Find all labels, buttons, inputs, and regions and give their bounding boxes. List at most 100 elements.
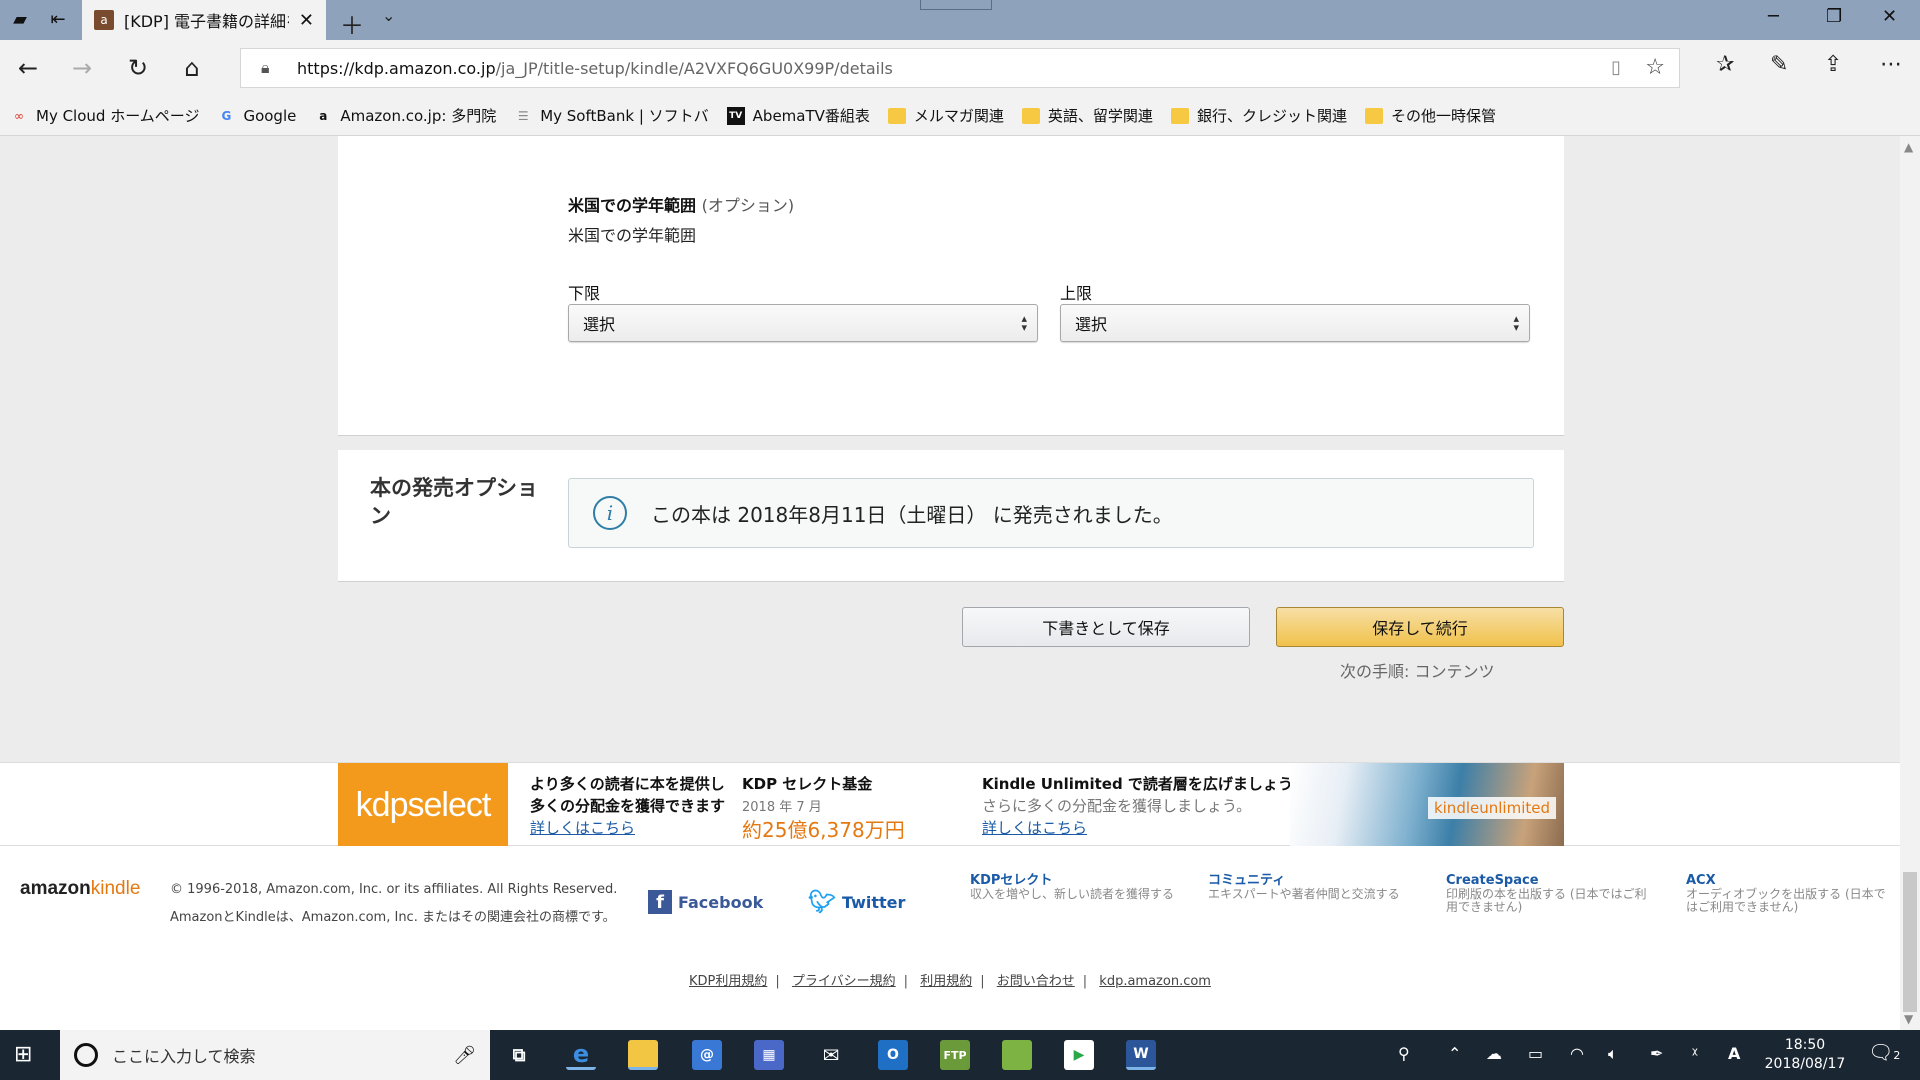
footer-copyright: © 1996-2018, Amazon.com, Inc. or its aff… xyxy=(170,876,617,932)
facebook-link[interactable]: f Facebook xyxy=(648,890,763,914)
copyright-text: © 1996-2018, Amazon.com, Inc. or its aff… xyxy=(170,882,618,897)
scroll-down-icon[interactable]: ▼ xyxy=(1904,1012,1913,1026)
scrollbar-thumb[interactable] xyxy=(1903,872,1917,1012)
word-icon[interactable]: W xyxy=(1126,1040,1156,1070)
cortana-icon xyxy=(74,1043,98,1067)
forward-icon[interactable]: → xyxy=(66,52,98,84)
volume-icon[interactable]: 🔈︎ xyxy=(1608,1044,1618,1064)
kindle-unlimited-image[interactable]: kindleunlimited xyxy=(1290,763,1564,847)
optional-label: (オプション) xyxy=(701,196,795,215)
envelope-icon[interactable]: ✉ xyxy=(816,1040,846,1070)
taskbar-search-box[interactable]: ここに入力して検索 🎤︎ xyxy=(60,1030,490,1080)
footer-col-desc: オーディオブックを出版する (日本ではご利用できません) xyxy=(1686,887,1886,914)
legal-link-terms[interactable]: 利用規約 xyxy=(920,974,972,989)
page-scrollbar[interactable]: ▲ ▼ xyxy=(1900,136,1920,1030)
promo-kindle-unlimited-text: Kindle Unlimited で読者層を広げましょう。 さらに多くの分配金を… xyxy=(982,773,1307,839)
favorite-label: メルマガ関連 xyxy=(913,107,1004,125)
windows-start-icon[interactable]: ⊞ xyxy=(14,1042,32,1067)
refresh-icon[interactable]: ↻ xyxy=(122,52,154,84)
mail-app-icon[interactable]: @ xyxy=(692,1040,722,1070)
favorites-hub-icon[interactable]: ✰ xyxy=(1716,52,1734,77)
save-and-continue-button[interactable]: 保存して続行 xyxy=(1276,607,1564,647)
favorite-google[interactable]: G Google xyxy=(217,106,297,125)
address-bar[interactable]: 🔒︎ https://kdp.amazon.co.jp /ja_JP/title… xyxy=(240,48,1680,88)
task-view-icon[interactable]: ⧉ xyxy=(504,1040,534,1070)
restore-icon[interactable]: ❐ xyxy=(1826,6,1842,27)
minimize-icon[interactable]: ─ xyxy=(1768,6,1779,27)
twitter-link[interactable]: 🐦︎ Twitter xyxy=(808,890,905,915)
window-drag-handle[interactable] xyxy=(920,0,992,10)
favorite-softbank[interactable]: ☰ My SoftBank | ソフトバ xyxy=(514,105,709,126)
microphone-icon[interactable]: 🎤︎ xyxy=(453,1045,476,1066)
logo-kindle-text: kindle xyxy=(90,878,141,899)
browser-titlebar: ▰ ⇤ a [KDP] 電子書籍の詳細を: ✕ ＋ ⌄ ─ ❐ ✕ xyxy=(0,0,1920,40)
cloud-icon: ∞ xyxy=(14,108,24,123)
pen-workspace-icon[interactable]: ✒ xyxy=(1650,1044,1663,1063)
lower-limit-select[interactable]: 選択 ▴ ▾ xyxy=(568,304,1038,342)
select-arrows-icon: ▴ ▾ xyxy=(1021,312,1027,334)
footer-col-createspace[interactable]: CreateSpace 印刷版の本を出版する (日本ではご利用できません) xyxy=(1446,874,1656,914)
url-host: https://kdp.amazon.co.jp xyxy=(297,58,496,78)
new-tab-icon[interactable]: ＋ xyxy=(340,6,364,41)
amazon-kindle-logo[interactable]: amazonkindle xyxy=(20,878,140,900)
people-icon[interactable]: ⚲ xyxy=(1398,1044,1410,1063)
favorite-label: Google xyxy=(243,106,297,125)
facebook-icon: f xyxy=(648,890,672,914)
footer-col-community[interactable]: コミュニティ エキスパートや著者仲間と交流する xyxy=(1208,874,1418,901)
favorite-label: Amazon.co.jp: 多門院 xyxy=(340,107,497,125)
ku-subtitle: さらに多くの分配金を獲得しましょう。 xyxy=(982,797,1252,815)
legal-link-privacy[interactable]: プライバシー規約 xyxy=(792,974,896,989)
save-draft-button[interactable]: 下書きとして保存 xyxy=(962,607,1250,647)
chevron-down-icon[interactable]: ⌄ xyxy=(382,6,395,25)
favorite-folder-mailmag[interactable]: メルマガ関連 xyxy=(887,105,1004,126)
reading-view-icon[interactable]: ▯ xyxy=(1611,57,1621,78)
pen-icon[interactable]: ✎ xyxy=(1770,52,1788,77)
chevron-up-icon[interactable]: ⌃ xyxy=(1448,1044,1461,1063)
footer-col-acx[interactable]: ACX オーディオブックを出版する (日本ではご利用できません) xyxy=(1686,874,1896,914)
favorite-label: AbemaTV番組表 xyxy=(752,107,870,125)
favorite-folder-other[interactable]: その他一時保管 xyxy=(1364,105,1496,126)
media-player-icon[interactable]: ▶ xyxy=(1064,1040,1094,1070)
favorite-star-icon[interactable]: ☆ xyxy=(1645,55,1665,80)
favorite-my-cloud[interactable]: ∞ My Cloud ホームページ xyxy=(10,105,199,126)
more-icon[interactable]: ⋯ xyxy=(1880,52,1902,77)
favorite-folder-bank[interactable]: 銀行、クレジット関連 xyxy=(1170,105,1347,126)
home-icon[interactable]: ⌂ xyxy=(176,52,208,84)
share-icon[interactable]: ⇪ xyxy=(1824,52,1842,77)
ku-title: Kindle Unlimited で読者層を広げましょう。 xyxy=(982,775,1308,793)
legal-link-contact[interactable]: お問い合わせ xyxy=(997,974,1075,989)
page-viewport: 米国での学年範囲 (オプション) 米国での学年範囲 下限 選択 ▴ ▾ 上限 選択… xyxy=(0,136,1900,1030)
outlook-icon[interactable]: O xyxy=(878,1040,908,1070)
favorite-folder-english[interactable]: 英語、留学関連 xyxy=(1021,105,1153,126)
promo-learn-more-link-2[interactable]: 詳しくはこちら xyxy=(982,819,1087,837)
kindle-unlimited-logo: kindleunlimited xyxy=(1427,797,1556,819)
taskbar-clock[interactable]: 18:50 2018/08/17 xyxy=(1760,1036,1850,1074)
favorite-amazon[interactable]: a Amazon.co.jp: 多門院 xyxy=(314,105,496,126)
tab-manager-icon[interactable]: ▰ xyxy=(8,8,32,32)
calculator-app-icon[interactable]: ▦ xyxy=(754,1040,784,1070)
onedrive-icon[interactable]: ☁ xyxy=(1486,1044,1502,1063)
upper-limit-select[interactable]: 選択 ▴ ▾ xyxy=(1060,304,1530,342)
back-icon[interactable]: ← xyxy=(12,52,44,84)
close-window-icon[interactable]: ✕ xyxy=(1882,6,1897,27)
edge-browser-icon[interactable]: e xyxy=(566,1040,596,1070)
action-center-icon[interactable]: 🗨︎2 xyxy=(1868,1040,1900,1064)
legal-link-kdp-site[interactable]: kdp.amazon.com xyxy=(1099,974,1211,989)
wifi-icon[interactable]: ◠ xyxy=(1570,1044,1584,1063)
windows-taskbar: ⊞ ここに入力して検索 🎤︎ ⧉ e @ ▦ ✉ O FTP ▶ W ⚲ ⌃ ☁… xyxy=(0,1030,1920,1080)
battery-icon[interactable]: ▭ xyxy=(1528,1044,1543,1063)
ime-mode-icon[interactable]: A xyxy=(1728,1044,1740,1063)
footer-col-kdp-select[interactable]: KDPセレクト 収入を増やし、新しい読者を獲得する xyxy=(970,874,1180,901)
search-placeholder: ここに入力して検索 xyxy=(112,1047,256,1066)
image-app-icon[interactable] xyxy=(1002,1040,1032,1070)
set-aside-tabs-icon[interactable]: ⇤ xyxy=(46,8,70,32)
close-tab-icon[interactable]: ✕ xyxy=(299,10,314,31)
scroll-up-icon[interactable]: ▲ xyxy=(1904,140,1913,154)
promo-learn-more-link-1[interactable]: 詳しくはこちら xyxy=(530,819,635,837)
ftp-app-icon[interactable]: FTP xyxy=(940,1040,970,1070)
ime-icon[interactable]: ᵡ xyxy=(1692,1044,1698,1063)
browser-tab-active[interactable]: a [KDP] 電子書籍の詳細を: ✕ xyxy=(82,0,326,40)
file-explorer-icon[interactable] xyxy=(628,1040,658,1070)
favorite-abematv[interactable]: TV AbemaTV番組表 xyxy=(726,105,870,126)
legal-link-kdp-terms[interactable]: KDP利用規約 xyxy=(689,974,767,989)
